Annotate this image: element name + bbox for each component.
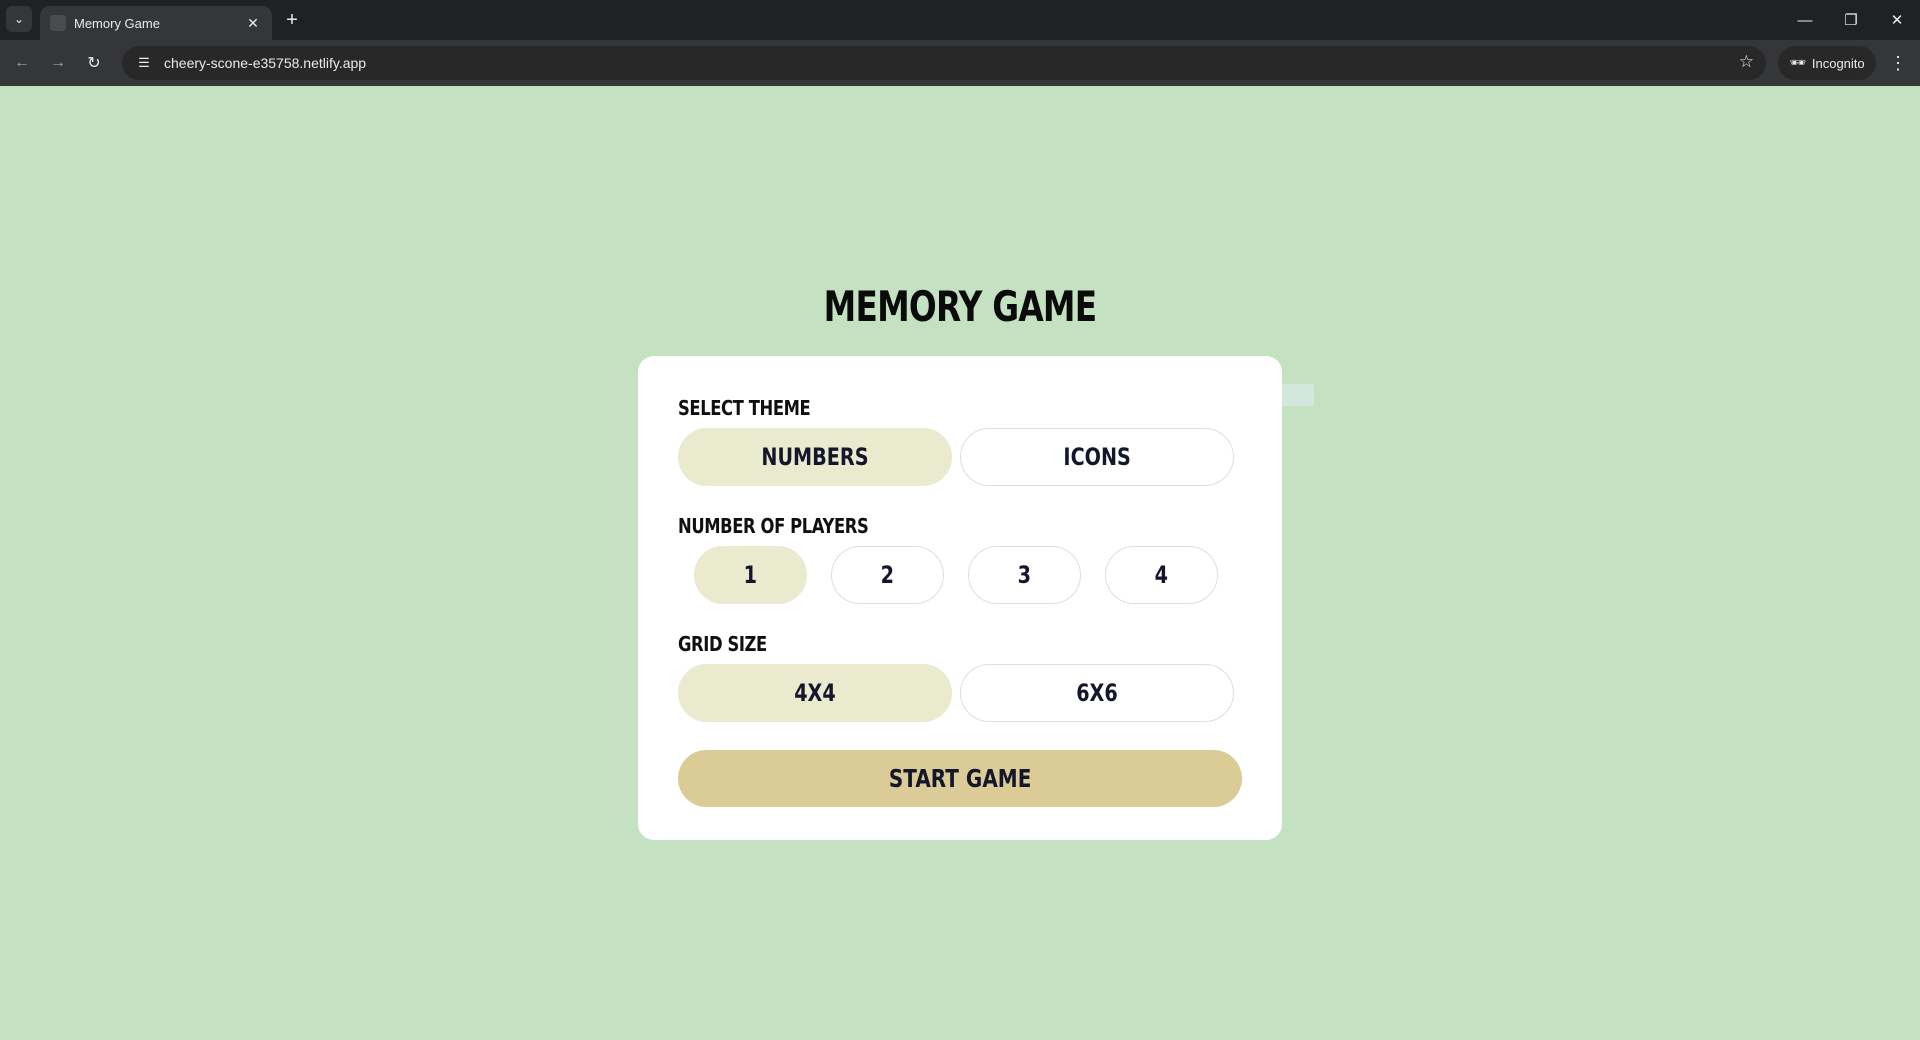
browser-tab[interactable]: Memory Game ✕ bbox=[40, 6, 272, 40]
reload-icon[interactable]: ↻ bbox=[80, 49, 108, 77]
chevron-down-icon[interactable]: ⌄ bbox=[6, 6, 32, 32]
grid-6x6-label: 6X6 bbox=[1076, 679, 1118, 707]
kebab-menu-icon[interactable]: ⋮ bbox=[1884, 49, 1912, 77]
close-icon[interactable]: ✕ bbox=[244, 15, 262, 32]
browser-tab-bar: ⌄ Memory Game ✕ + — ❐ ✕ bbox=[0, 0, 1920, 40]
arrow-left-icon[interactable]: ← bbox=[8, 49, 36, 77]
page-viewport: MEMORY GAME Window Snip SELECT THEME NUM… bbox=[0, 86, 1920, 1040]
page-favicon-icon bbox=[50, 15, 66, 31]
arrow-right-icon[interactable]: → bbox=[44, 49, 72, 77]
grid-4x4-label: 4X4 bbox=[794, 679, 836, 707]
players-3-button[interactable]: 3 bbox=[968, 546, 1081, 604]
tune-icon[interactable]: ☰ bbox=[134, 55, 154, 71]
incognito-icon: 🕶 bbox=[1789, 55, 1806, 70]
start-game-button[interactable]: START GAME bbox=[678, 750, 1242, 807]
grid-4x4-button[interactable]: 4X4 bbox=[678, 664, 952, 722]
players-4-label: 4 bbox=[1154, 561, 1169, 589]
players-3-label: 3 bbox=[1017, 561, 1032, 589]
restore-icon[interactable]: ❐ bbox=[1836, 6, 1866, 34]
incognito-label: Incognito bbox=[1811, 55, 1865, 71]
theme-icons-label: ICONS bbox=[1063, 443, 1131, 471]
grid-size-label: GRID SIZE bbox=[678, 632, 767, 656]
theme-label: SELECT THEME bbox=[678, 396, 811, 420]
star-icon[interactable]: ☆ bbox=[1739, 52, 1754, 72]
browser-toolbar: ← → ↻ ☰ cheery-scone-e35758.netlify.app … bbox=[0, 40, 1920, 86]
theme-numbers-label: NUMBERS bbox=[761, 443, 869, 471]
game-setup-card: SELECT THEME NUMBERS ICONS NUMBER OF PLA… bbox=[638, 356, 1282, 840]
theme-numbers-button[interactable]: NUMBERS bbox=[678, 428, 952, 486]
players-label: NUMBER OF PLAYERS bbox=[678, 514, 869, 538]
minimize-icon[interactable]: — bbox=[1790, 6, 1820, 34]
url-text[interactable]: cheery-scone-e35758.netlify.app bbox=[164, 55, 366, 71]
players-1-label: 1 bbox=[743, 561, 758, 589]
incognito-badge[interactable]: 🕶 Incognito bbox=[1778, 46, 1876, 80]
players-2-button[interactable]: 2 bbox=[831, 546, 944, 604]
window-close-icon[interactable]: ✕ bbox=[1882, 6, 1912, 34]
players-2-label: 2 bbox=[880, 561, 895, 589]
players-4-button[interactable]: 4 bbox=[1105, 546, 1218, 604]
grid-6x6-button[interactable]: 6X6 bbox=[960, 664, 1234, 722]
tab-title: Memory Game bbox=[74, 15, 160, 31]
players-1-button[interactable]: 1 bbox=[694, 546, 807, 604]
page-title: MEMORY GAME bbox=[823, 282, 1097, 331]
address-bar[interactable]: ☰ cheery-scone-e35758.netlify.app ☆ bbox=[122, 46, 1766, 80]
plus-icon[interactable]: + bbox=[280, 8, 304, 32]
theme-icons-button[interactable]: ICONS bbox=[960, 428, 1234, 486]
start-game-label: START GAME bbox=[888, 764, 1032, 793]
